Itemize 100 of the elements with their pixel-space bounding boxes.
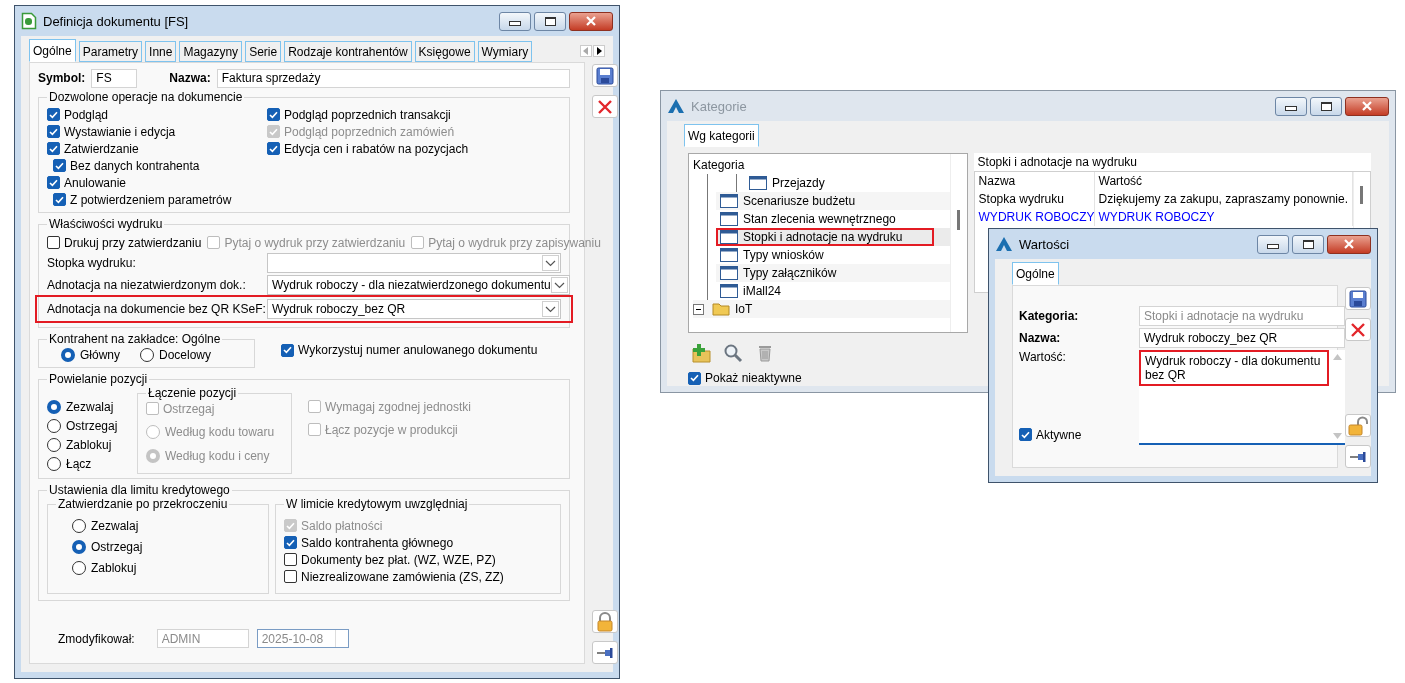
checkbox[interactable]: [47, 108, 60, 121]
minimize-button[interactable]: [1257, 234, 1289, 254]
radio-button[interactable]: [140, 348, 154, 362]
radio-button[interactable]: [47, 438, 61, 452]
close-button[interactable]: [569, 11, 613, 31]
tab[interactable]: Wg kategorii: [684, 124, 759, 147]
tree-item[interactable]: Stopki i adnotacje na wydruku: [716, 228, 935, 246]
field-label: Nazwa:: [169, 71, 211, 85]
field-label: Adnotacja na niezatwierdzonym dok.:: [47, 278, 247, 292]
group-title: Ustawienia dla limitu kredytowego: [48, 483, 231, 497]
checkbox-label: Z potwierdzeniem parametrów: [70, 192, 232, 207]
text-field[interactable]: Wydruk roboczy_bez QR: [1139, 328, 1345, 348]
cancel-icon: [1350, 321, 1366, 338]
checkbox[interactable]: [47, 176, 60, 189]
tab[interactable]: Inne: [145, 41, 177, 62]
checkbox-label: Wykorzystuj numer anulowanego dokumentu: [298, 343, 538, 357]
text-area[interactable]: Wydruk roboczy - dla dokumentu bez QR: [1139, 350, 1345, 445]
checkbox-label: Dokumenty bez płat. (WZ, WZE, PZ): [301, 552, 496, 567]
checkbox[interactable]: [284, 553, 297, 566]
radio-button[interactable]: [47, 457, 61, 471]
cancel-icon: [597, 98, 613, 115]
scroll-right-button[interactable]: [593, 44, 605, 57]
radio-button[interactable]: [72, 519, 86, 533]
checkbox[interactable]: [47, 236, 60, 249]
minimize-button[interactable]: [1275, 96, 1307, 116]
tab[interactable]: Ogólne: [29, 39, 76, 62]
checkbox[interactable]: [281, 343, 294, 357]
window-icon: [749, 176, 767, 190]
trash-icon: [757, 344, 773, 362]
minimize-button[interactable]: [499, 11, 531, 31]
tree-item[interactable]: Przejazdy: [745, 174, 857, 192]
radio-label: Łącz: [66, 457, 92, 471]
radio-button[interactable]: [72, 540, 86, 554]
tree-item[interactable]: Typy wniosków: [716, 246, 856, 264]
checkbox-label: Pytaj o wydruk przy zapisywaniu: [428, 235, 601, 250]
tab[interactable]: Księgowe: [414, 41, 475, 62]
save-button[interactable]: [1345, 287, 1371, 310]
maximize-button[interactable]: [534, 11, 566, 31]
dropdown[interactable]: Wydruk roboczy_bez QR: [267, 299, 561, 319]
padlock-icon: [596, 611, 614, 632]
checkbox[interactable]: [284, 536, 297, 549]
maximize-button[interactable]: [1310, 96, 1342, 116]
pin-button[interactable]: [592, 641, 618, 664]
group-title: Właściwości wydruku: [48, 217, 164, 231]
checkbox[interactable]: [267, 108, 280, 121]
close-button[interactable]: [1327, 234, 1371, 254]
tab[interactable]: Ogólne: [1012, 262, 1059, 285]
lock-button[interactable]: [592, 610, 618, 633]
field-label: Symbol:: [38, 71, 86, 85]
date-field[interactable]: 2025-10-08: [256, 629, 349, 648]
tab[interactable]: Magazyny: [179, 41, 243, 62]
field-value: Wydruk roboczy - dla dokumentu bez QR: [1139, 350, 1329, 386]
checkbox-label: Pokaż nieaktywne: [705, 371, 802, 385]
checkbox[interactable]: [53, 193, 66, 206]
radio-button[interactable]: [72, 561, 86, 575]
radio-button[interactable]: [47, 419, 61, 433]
tab[interactable]: Wymiary: [477, 41, 533, 62]
search-icon: [723, 343, 743, 363]
tab[interactable]: Parametry: [78, 41, 143, 62]
checkbox-label: Edycja cen i rabatów na pozycjach: [284, 141, 469, 156]
text-field[interactable]: ADMIN: [156, 629, 249, 648]
dropdown[interactable]: Wydruk roboczy - dla niezatwierdzonego dokumentu: [267, 275, 570, 295]
checkbox[interactable]: [53, 159, 66, 172]
up-arrow-icon: [1332, 354, 1342, 360]
cancel-button[interactable]: [1345, 318, 1371, 341]
close-icon: [585, 16, 597, 26]
checkbox[interactable]: [47, 125, 60, 138]
tree-item[interactable]: iMall24: [716, 282, 813, 300]
down-arrow-icon: [1332, 433, 1342, 439]
text-field[interactable]: Faktura sprzedaży: [216, 68, 570, 88]
checkbox[interactable]: [267, 142, 280, 155]
radio-label: Zezwalaj: [66, 400, 114, 414]
save-button[interactable]: [592, 64, 618, 87]
cancel-button[interactable]: [592, 95, 618, 118]
radio-label: Ostrzegaj: [66, 419, 118, 433]
checkbox[interactable]: [688, 371, 701, 385]
pin-button[interactable]: [1345, 445, 1371, 468]
unlock-button[interactable]: [1345, 414, 1371, 437]
group-title: Łączenie pozycji: [147, 386, 238, 400]
text-field[interactable]: FS: [91, 68, 138, 88]
radio-button[interactable]: [47, 400, 61, 414]
tab[interactable]: Rodzaje kontrahentów: [284, 41, 412, 62]
close-button[interactable]: [1345, 96, 1389, 116]
app-logo-icon: [995, 236, 1013, 252]
app-logo-icon: [21, 12, 37, 30]
column-header: Kategoria: [693, 158, 745, 172]
field-label: Zmodyfikował:: [58, 631, 135, 646]
checkbox-label: Drukuj przy zatwierdzaniu: [64, 235, 202, 250]
pushpin-icon: [596, 646, 614, 659]
tree-item[interactable]: Stan zlecenia wewnętrznego: [716, 210, 928, 228]
maximize-button[interactable]: [1292, 234, 1324, 254]
field-label: Adnotacja na dokumencie bez QR KSeF:: [47, 302, 267, 316]
folder-icon: [712, 302, 730, 316]
text-field[interactable]: Stopki i adnotacje na wydruku: [1139, 306, 1345, 326]
radio-button[interactable]: [61, 348, 75, 362]
collapse-button[interactable]: [693, 303, 704, 315]
checkbox[interactable]: [1019, 428, 1032, 441]
checkbox[interactable]: [284, 570, 297, 583]
checkbox[interactable]: [47, 142, 60, 155]
tab[interactable]: Serie: [245, 41, 282, 62]
